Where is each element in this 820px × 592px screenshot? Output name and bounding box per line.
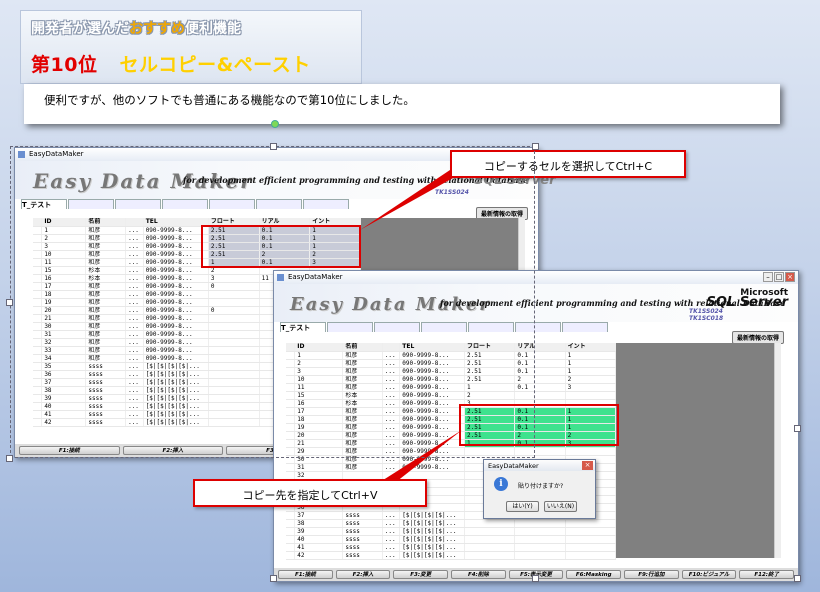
dialog-message: 貼り付けますか? <box>518 483 564 490</box>
resize-handle-icon[interactable] <box>532 143 539 150</box>
close-icon[interactable]: × <box>582 461 593 470</box>
resize-handle-icon[interactable] <box>270 143 277 150</box>
resize-handle-icon[interactable] <box>6 299 13 306</box>
paste-confirm-dialog[interactable]: EasyDataMaker × i 貼り付けますか? はい(Y) いいえ(N) <box>483 459 596 519</box>
no-button[interactable]: いいえ(N) <box>544 501 577 512</box>
resize-handle-icon[interactable] <box>270 575 277 582</box>
paste-instruction-callout: コピー先を指定してCtrl+V <box>193 479 427 507</box>
yes-button[interactable]: はい(Y) <box>506 501 539 512</box>
resize-handle-icon[interactable] <box>6 455 13 462</box>
image-selection-frame <box>10 146 535 458</box>
dialog-title: EasyDataMaker × <box>484 460 595 471</box>
info-icon: i <box>494 477 508 491</box>
resize-handle-icon[interactable] <box>532 575 539 582</box>
resize-handle-icon[interactable] <box>794 425 801 432</box>
rotate-handle-icon[interactable] <box>271 120 279 128</box>
resize-handle-icon[interactable] <box>794 575 801 582</box>
